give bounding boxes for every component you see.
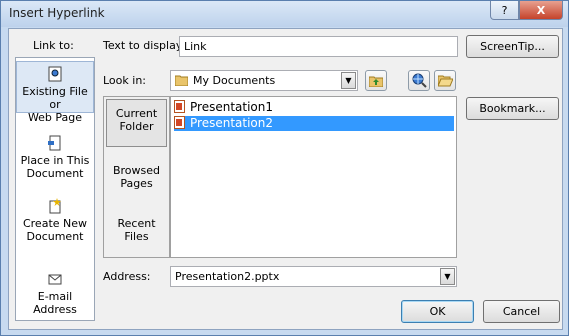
open-folder-icon: [437, 75, 453, 87]
sidebar-item-label: Document: [26, 230, 84, 243]
up-folder-icon: [369, 76, 383, 87]
look-in-label: Look in:: [103, 74, 146, 87]
look-in-value: My Documents: [193, 74, 276, 87]
sidebar-item-place-in-document[interactable]: Place in This Document: [16, 135, 94, 185]
browse-web-button[interactable]: [408, 70, 430, 91]
sidebar-item-label: Document: [26, 167, 84, 180]
email-icon: [48, 274, 62, 285]
link-to-label: Link to:: [33, 39, 74, 52]
file-name: Presentation2: [190, 116, 273, 130]
up-one-folder-button[interactable]: [365, 70, 387, 91]
dialog-window: Insert Hyperlink ? X Link to: Existing F…: [0, 0, 569, 336]
address-input[interactable]: Presentation2.pptx ▼: [170, 266, 457, 287]
address-value: Presentation2.pptx: [175, 270, 280, 283]
sidebar-item-label: Existing File or: [22, 85, 88, 111]
place-label: Current: [115, 107, 158, 120]
places-bar: Current Folder Browsed Pages Recent File…: [103, 96, 170, 258]
place-current-folder[interactable]: Current Folder: [106, 99, 167, 147]
sidebar-item-create-new-document[interactable]: Create New Document: [16, 198, 94, 248]
text-to-display-input[interactable]: Link: [179, 36, 458, 57]
powerpoint-file-icon: [174, 116, 185, 129]
powerpoint-file-icon: [174, 100, 185, 113]
dialog-body: Link to: Existing File or Web Page Place…: [8, 28, 563, 330]
close-button[interactable]: X: [519, 1, 563, 20]
help-icon: ?: [501, 3, 508, 17]
place-recent-files[interactable]: Recent Files: [106, 210, 167, 253]
place-in-document-icon: [48, 135, 61, 151]
existing-file-icon: [48, 66, 62, 82]
file-list[interactable]: Presentation1 Presentation2: [170, 96, 457, 258]
sidebar-item-label: Create New: [22, 217, 88, 230]
place-label: Files: [124, 230, 149, 243]
place-label: Browsed: [112, 164, 161, 177]
dialog-title: Insert Hyperlink: [9, 6, 105, 20]
look-in-select[interactable]: My Documents ▼: [170, 70, 358, 91]
list-item[interactable]: Presentation1: [174, 100, 279, 115]
title-bar[interactable]: Insert Hyperlink ? X: [1, 1, 568, 27]
sidebar-item-label: E-mail Address: [33, 290, 77, 316]
chevron-down-icon[interactable]: ▼: [440, 268, 455, 285]
place-browsed-pages[interactable]: Browsed Pages: [106, 157, 167, 200]
chevron-down-icon[interactable]: ▼: [341, 72, 356, 89]
place-label: Recent: [117, 217, 156, 230]
close-icon: X: [536, 3, 546, 17]
folder-icon: [175, 75, 188, 86]
help-button[interactable]: ?: [490, 1, 519, 20]
file-name: Presentation1: [190, 100, 273, 114]
text-to-display-label: Text to display:: [103, 39, 186, 52]
screentip-button[interactable]: ScreenTip...: [466, 35, 559, 58]
list-item[interactable]: Presentation2: [174, 116, 454, 131]
cancel-button[interactable]: Cancel: [483, 300, 560, 323]
globe-search-icon: [412, 73, 427, 88]
sidebar-item-label: Web Page: [27, 111, 83, 124]
browse-file-button[interactable]: [434, 70, 456, 91]
sidebar-item-email-address[interactable]: E-mail Address: [16, 271, 94, 316]
place-label: Folder: [119, 120, 154, 133]
sidebar-item-existing-file[interactable]: Existing File or Web Page: [16, 61, 94, 124]
bookmark-button[interactable]: Bookmark...: [466, 97, 559, 120]
place-label: Pages: [120, 177, 153, 190]
address-label: Address:: [103, 270, 151, 283]
create-new-document-icon: [49, 198, 61, 214]
sidebar-item-label: Place in This: [20, 154, 90, 167]
ok-button[interactable]: OK: [401, 300, 474, 323]
link-to-sidebar: Existing File or Web Page Place in This …: [15, 57, 95, 321]
